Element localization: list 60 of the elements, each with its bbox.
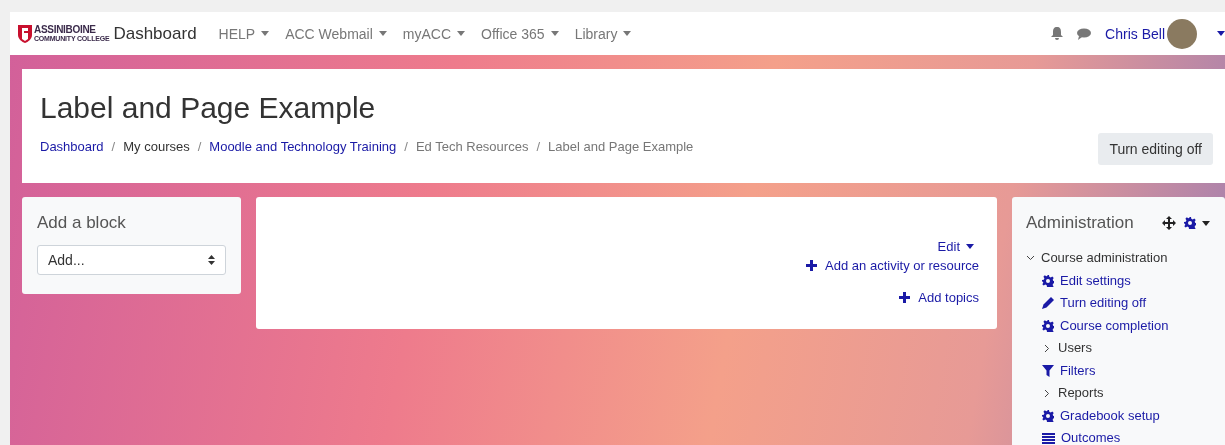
- block-title: Administration: [1026, 213, 1134, 233]
- chat-icon[interactable]: [1077, 27, 1092, 40]
- breadcrumb-separator: /: [197, 139, 202, 154]
- chevron-right-icon: [1044, 388, 1050, 398]
- admin-link[interactable]: Filters: [1042, 359, 1225, 382]
- caret-icon: [378, 31, 387, 36]
- nav-menu[interactable]: Office 365: [481, 25, 559, 42]
- caret-icon: [623, 31, 632, 36]
- add-link[interactable]: Add topics: [899, 290, 979, 305]
- admin-link[interactable]: Edit settings: [1042, 269, 1225, 292]
- page-title: Label and Page Example: [40, 91, 377, 125]
- plus-icon: [806, 260, 818, 271]
- bell-icon[interactable]: [1051, 27, 1064, 40]
- logo-text: ASSINIBOINE: [34, 25, 97, 35]
- turn-editing-off-button[interactable]: Turn editing off: [1098, 133, 1213, 165]
- pencil-icon: [1042, 297, 1054, 310]
- move-icon[interactable]: [1161, 216, 1176, 230]
- site-title[interactable]: Dashboard: [113, 23, 197, 44]
- breadcrumb-item: My courses: [123, 139, 190, 154]
- breadcrumb-item[interactable]: Dashboard: [40, 139, 104, 154]
- user-menu-caret-icon: [1217, 31, 1225, 36]
- caret-icon: [550, 31, 559, 36]
- chevron-down-icon: [1026, 255, 1035, 262]
- breadcrumb-item: Ed Tech Resources: [415, 139, 529, 154]
- admin-link[interactable]: Course completion: [1042, 314, 1225, 337]
- breadcrumb-separator: /: [111, 139, 116, 154]
- caret-icon: [1201, 220, 1210, 226]
- add-block-select[interactable]: Add...: [37, 245, 226, 275]
- tree-node[interactable]: Course administration: [1026, 247, 1225, 270]
- nav-menu[interactable]: Library: [574, 25, 632, 42]
- gear-icon: [1042, 319, 1054, 332]
- user-name[interactable]: Chris Bell: [1105, 25, 1165, 42]
- gear-icon: [1042, 274, 1054, 287]
- admin-link[interactable]: Outcomes: [1042, 427, 1225, 445]
- nav-menu[interactable]: myACC: [402, 25, 466, 42]
- nav-menu[interactable]: HELP: [218, 25, 270, 42]
- admin-link[interactable]: Gradebook setup: [1042, 404, 1225, 427]
- shield-logo-icon: [18, 24, 32, 43]
- admin-link[interactable]: Turn editing off: [1042, 292, 1225, 315]
- filter-icon: [1042, 364, 1054, 377]
- caret-icon: [457, 31, 466, 36]
- updown-arrows-icon: [208, 255, 215, 265]
- list-icon: [1042, 432, 1055, 444]
- breadcrumb-separator: /: [536, 139, 541, 154]
- caret-icon: [966, 244, 974, 249]
- nav-menu[interactable]: ACC Webmail: [285, 25, 387, 42]
- add-link[interactable]: Add an activity or resource: [806, 258, 979, 273]
- tree-node[interactable]: Users: [1042, 337, 1225, 360]
- gear-icon: [1183, 217, 1196, 229]
- avatar-placeholder[interactable]: [1167, 18, 1197, 49]
- breadcrumb-item[interactable]: Moodle and Technology Training: [209, 139, 397, 154]
- block-title: Add a block: [37, 213, 126, 233]
- breadcrumb-item: Label and Page Example: [548, 139, 694, 154]
- chevron-right-icon: [1044, 343, 1050, 353]
- breadcrumb-separator: /: [404, 139, 408, 154]
- caret-icon: [261, 31, 270, 36]
- gear-icon: [1042, 409, 1054, 422]
- plus-icon: [899, 292, 911, 303]
- tree-node[interactable]: Reports: [1042, 382, 1225, 405]
- edit-menu[interactable]: Edit: [937, 239, 974, 254]
